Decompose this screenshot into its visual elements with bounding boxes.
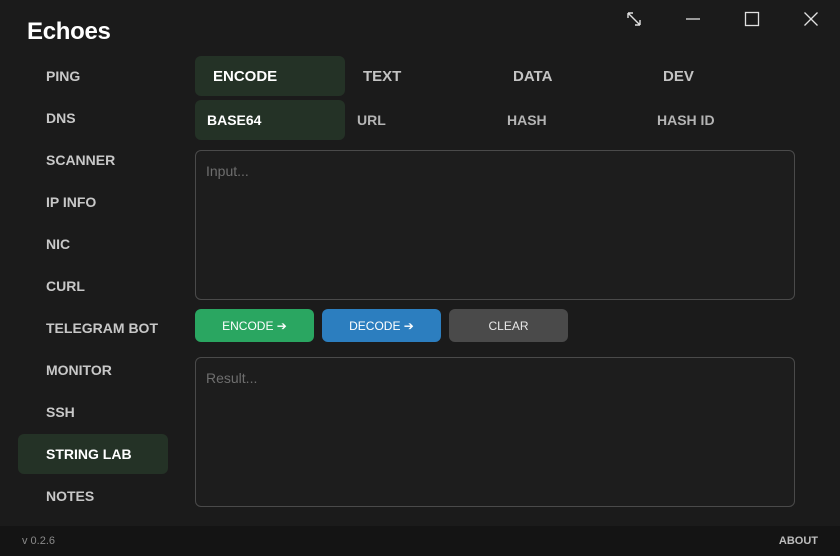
sidebar-nav: PING DNS SCANNER IP INFO NIC CURL TELEGR… bbox=[18, 56, 168, 518]
sidebar-item-scanner[interactable]: SCANNER bbox=[18, 140, 168, 180]
main-tab-bar: ENCODE TEXT DATA DEV bbox=[195, 56, 795, 96]
status-footer: v 0.2.6 ABOUT bbox=[0, 526, 840, 556]
minimize-icon bbox=[685, 18, 700, 20]
app-window: Echoes PING DNS SCANNER IP INFO NIC CURL… bbox=[0, 0, 840, 556]
sidebar-item-curl[interactable]: CURL bbox=[18, 266, 168, 306]
tab-encode[interactable]: ENCODE bbox=[195, 56, 345, 96]
sidebar-item-nic[interactable]: NIC bbox=[18, 224, 168, 264]
close-button[interactable] bbox=[781, 0, 840, 38]
window-controls bbox=[604, 0, 840, 38]
encode-button[interactable]: ENCODE ➔ bbox=[195, 309, 314, 342]
clear-button[interactable]: CLEAR bbox=[449, 309, 568, 342]
sidebar-item-telegram-bot[interactable]: TELEGRAM BOT bbox=[18, 308, 168, 348]
minimize-button[interactable] bbox=[663, 0, 722, 38]
subtab-url[interactable]: URL bbox=[345, 100, 495, 140]
sidebar-item-monitor[interactable]: MONITOR bbox=[18, 350, 168, 390]
result-textarea[interactable] bbox=[195, 357, 795, 507]
tab-data[interactable]: DATA bbox=[495, 56, 645, 96]
sub-tab-bar: BASE64 URL HASH HASH ID bbox=[195, 100, 795, 140]
decode-button[interactable]: DECODE ➔ bbox=[322, 309, 441, 342]
tab-text[interactable]: TEXT bbox=[345, 56, 495, 96]
sidebar-item-ssh[interactable]: SSH bbox=[18, 392, 168, 432]
expand-button[interactable] bbox=[604, 0, 663, 38]
subtab-base64[interactable]: BASE64 bbox=[195, 100, 345, 140]
about-link[interactable]: ABOUT bbox=[779, 535, 818, 547]
input-textarea[interactable] bbox=[195, 150, 795, 300]
sidebar-item-ip-info[interactable]: IP INFO bbox=[18, 182, 168, 222]
subtab-hash-id[interactable]: HASH ID bbox=[645, 100, 795, 140]
sidebar-item-notes[interactable]: NOTES bbox=[18, 476, 168, 516]
sidebar-item-ping[interactable]: PING bbox=[18, 56, 168, 96]
sidebar-item-dns[interactable]: DNS bbox=[18, 98, 168, 138]
maximize-icon bbox=[744, 11, 759, 27]
tab-dev[interactable]: DEV bbox=[645, 56, 795, 96]
sidebar-item-string-lab[interactable]: STRING LAB bbox=[18, 434, 168, 474]
subtab-hash[interactable]: HASH bbox=[495, 100, 645, 140]
maximize-button[interactable] bbox=[722, 0, 781, 38]
version-label: v 0.2.6 bbox=[22, 535, 56, 547]
expand-icon bbox=[626, 12, 641, 26]
action-buttons: ENCODE ➔ DECODE ➔ CLEAR bbox=[195, 309, 576, 342]
close-icon bbox=[803, 12, 818, 26]
app-title: Echoes bbox=[27, 18, 111, 45]
